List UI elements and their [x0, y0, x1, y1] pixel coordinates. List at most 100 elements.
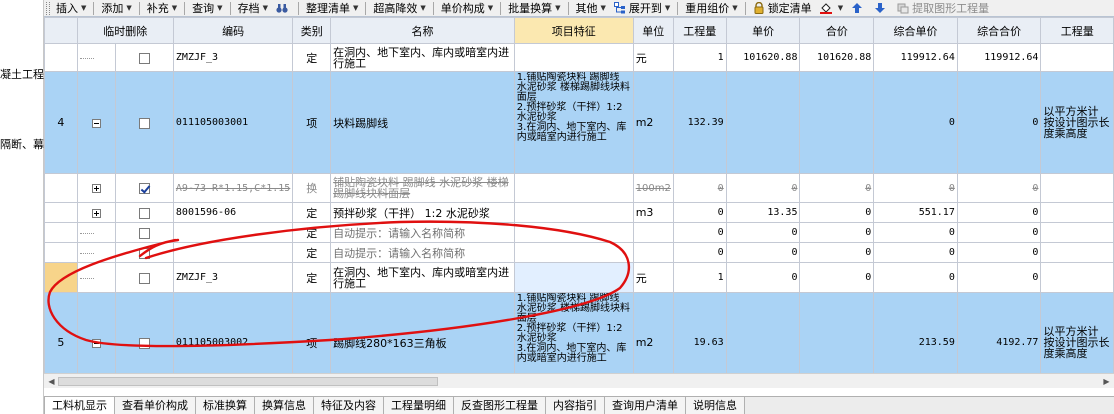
unit-cell[interactable]: m2 [632, 71, 674, 174]
quantity-cell[interactable]: 0 [672, 222, 727, 243]
comp-unit-price-cell[interactable]: 0 [873, 222, 958, 243]
batch-convert-button[interactable]: 批量换算 ▼ [504, 0, 564, 16]
header-comp-total-price[interactable]: 综合合价 [956, 17, 1042, 44]
header-quantity[interactable]: 工程量 [672, 17, 727, 44]
name-cell[interactable]: 在洞内、地下室内、库内或暗室内进行施工 [330, 43, 515, 72]
unit-cell[interactable]: m2 [632, 292, 674, 373]
table-row[interactable]: 4 011105003001 项 块料踢脚线 1.铺贴陶瓷块料 踢脚线 水泥砂浆… [44, 71, 1114, 174]
find-button[interactable] [272, 0, 295, 16]
category-cell[interactable]: 定 [292, 262, 332, 293]
header-temp-delete[interactable]: 临时删除 [76, 17, 174, 44]
header-comp-unit-price[interactable]: 综合单价 [873, 17, 958, 44]
header-name[interactable]: 名称 [330, 17, 515, 44]
name-cell[interactable]: 铺贴陶瓷块料 踢脚线 水泥砂浆 楼梯踢脚线块料面层 [330, 173, 515, 203]
temp-delete-checkbox[interactable] [139, 272, 151, 284]
insert-button[interactable]: 插入 ▼ [52, 0, 90, 16]
qty-expr-cell[interactable] [1040, 262, 1114, 293]
qty-expr-cell[interactable] [1040, 202, 1114, 223]
tab-reverse-graphic-quantity[interactable]: 反查图形工程量 [454, 397, 546, 414]
code-cell[interactable]: A9-73 R*1.15,C*1.15 [172, 173, 294, 203]
name-cell[interactable]: 预拌砂浆（干拌） 1:2 水泥砂浆 [330, 202, 515, 223]
organize-list-button[interactable]: 整理清单 ▼ [302, 0, 362, 16]
total-price-cell[interactable]: 0 [799, 262, 875, 293]
total-price-cell[interactable]: 0 [799, 202, 875, 223]
header-total-price[interactable]: 合价 [799, 17, 875, 44]
add-button[interactable]: 添加 ▼ [97, 0, 135, 16]
left-tree-item-concrete[interactable]: 凝土工程 [0, 66, 44, 82]
move-up-button[interactable] [847, 0, 870, 16]
category-cell[interactable]: 项 [292, 292, 332, 373]
comp-unit-price-cell[interactable]: 551.17 [873, 202, 958, 223]
header-category[interactable]: 类别 [292, 17, 332, 44]
header-index[interactable] [44, 17, 78, 44]
temp-delete-checkbox[interactable] [139, 52, 151, 64]
comp-total-price-cell[interactable]: 0 [956, 222, 1042, 243]
qty-expr-cell[interactable]: 以平方米计 按设计图示长度乘高度 [1040, 71, 1114, 174]
move-down-button[interactable] [870, 0, 893, 16]
collapse-icon[interactable] [92, 338, 102, 348]
comp-total-price-cell[interactable]: 0 [956, 262, 1042, 293]
unit-price-cell[interactable]: 0 [725, 242, 801, 263]
horizontal-scrollbar[interactable]: ◀ ▶ [44, 373, 1114, 388]
feature-cell[interactable] [513, 262, 634, 293]
table-row[interactable]: 5 011105003002 项 踢脚线280*163三角板 1.铺贴陶瓷块料 … [44, 292, 1114, 373]
left-tree-item-partition[interactable]: 隔断、幕 [0, 136, 44, 152]
tab-quantity-detail[interactable]: 工程量明细 [384, 397, 454, 414]
code-cell[interactable] [172, 242, 294, 263]
tab-conversion-info[interactable]: 换算信息 [255, 397, 314, 414]
toolbar-grip[interactable] [46, 1, 50, 15]
comp-total-price-cell[interactable]: 4192.77 [956, 292, 1042, 373]
expand-icon[interactable] [92, 208, 102, 218]
temp-delete-checkbox[interactable] [139, 117, 151, 129]
table-row[interactable]: 8001596-06 定 预拌砂浆（干拌） 1:2 水泥砂浆 m3 0 13.3… [44, 202, 1114, 223]
total-price-cell[interactable]: 0 [799, 173, 875, 203]
comp-unit-price-cell[interactable]: 0 [873, 173, 958, 203]
quantity-cell[interactable]: 132.39 [672, 71, 727, 174]
feature-cell[interactable] [513, 202, 634, 223]
name-cell[interactable]: 踢脚线280*163三角板 [330, 292, 515, 373]
header-qty-expr[interactable]: 工程量 [1040, 17, 1114, 44]
header-feature[interactable]: 项目特征 [513, 17, 634, 44]
quantity-cell[interactable]: 1 [672, 43, 727, 72]
tab-content-guide[interactable]: 内容指引 [546, 397, 605, 414]
unit-cell[interactable]: m3 [632, 202, 674, 223]
feature-cell[interactable] [513, 43, 634, 72]
category-cell[interactable]: 定 [292, 242, 332, 263]
comp-unit-price-cell[interactable]: 213.59 [873, 292, 958, 373]
unit-price-cell[interactable]: 101620.88 [725, 43, 801, 72]
name-cell[interactable]: 块料踢脚线 [330, 71, 515, 174]
comp-unit-price-cell[interactable]: 0 [873, 242, 958, 263]
total-price-cell[interactable] [799, 292, 875, 373]
fill-color-button[interactable]: ▼ [816, 0, 847, 16]
unit-cell[interactable] [632, 242, 674, 263]
feature-cell[interactable] [513, 222, 634, 243]
unit-price-cell[interactable] [725, 71, 801, 174]
total-price-cell[interactable]: 0 [799, 222, 875, 243]
code-cell[interactable] [172, 222, 294, 243]
header-unit[interactable]: 单位 [632, 17, 674, 44]
total-price-cell[interactable] [799, 71, 875, 174]
name-cell[interactable]: 自动提示：请输入名称简称 [330, 242, 515, 263]
extract-graphic-quantity-button[interactable]: 提取图形工程量 [893, 0, 993, 16]
tab-standard-conversion[interactable]: 标准换算 [196, 397, 255, 414]
feature-cell[interactable] [513, 242, 634, 263]
feature-cell[interactable]: 1.铺贴陶瓷块料 踢脚线 水泥砂浆 楼梯踢脚线块料面层 2.预拌砂浆（干拌）1:… [513, 71, 634, 174]
unit-price-cell[interactable] [725, 292, 801, 373]
feature-cell[interactable]: 1.铺贴陶瓷块料 踢脚线 水泥砂浆 楼梯踢脚线块料面层 2.预拌砂浆（干拌）1:… [513, 292, 634, 373]
tab-query-user-list[interactable]: 查询用户清单 [605, 397, 686, 414]
tab-description[interactable]: 说明信息 [686, 397, 745, 414]
qty-expr-cell[interactable]: 以平方米计 按设计图示长度乘高度 [1040, 292, 1114, 373]
tab-features-content[interactable]: 特征及内容 [314, 397, 384, 414]
table-row[interactable]: 定 自动提示：请输入名称简称 0 0 0 0 0 [44, 222, 1114, 243]
quantity-cell[interactable]: 0 [672, 202, 727, 223]
unit-price-cell[interactable]: 0 [725, 262, 801, 293]
comp-unit-price-cell[interactable]: 0 [873, 262, 958, 293]
category-cell[interactable]: 定 [292, 43, 332, 72]
comp-total-price-cell[interactable]: 119912.64 [956, 43, 1042, 72]
unit-price-composition-button[interactable]: 单价构成 ▼ [437, 0, 497, 16]
expand-to-button[interactable]: 展开到 ▼ [610, 0, 674, 16]
category-cell[interactable]: 项 [292, 71, 332, 174]
super-height-button[interactable]: 超高降效 ▼ [369, 0, 429, 16]
code-cell[interactable]: 011105003002 [172, 292, 294, 373]
table-row[interactable]: ZMZJF_3 定 在洞内、地下室内、库内或暗室内进行施工 元 1 101620… [44, 43, 1114, 72]
